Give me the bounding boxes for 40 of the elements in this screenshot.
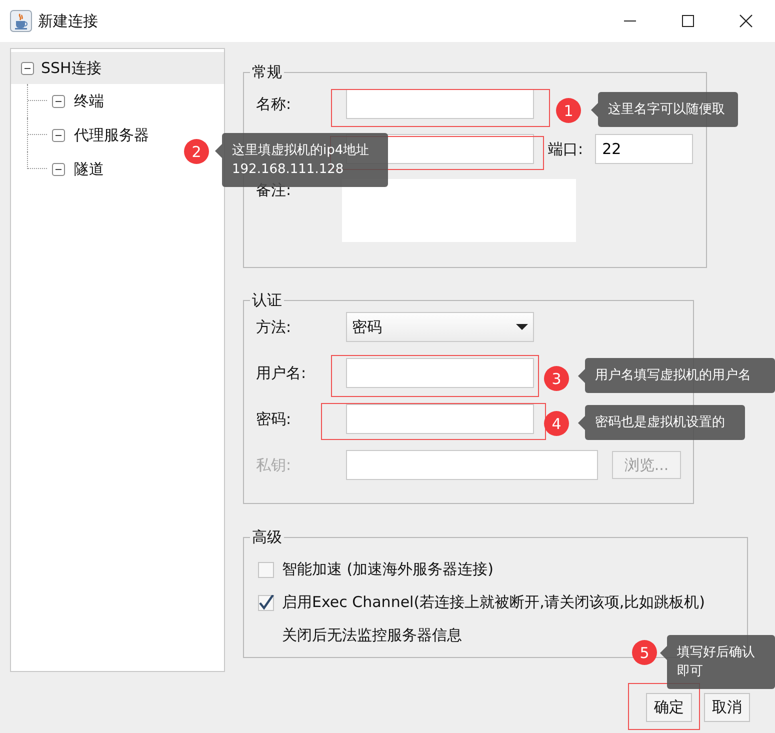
annotation-tooltip: 这里名字可以随便取 (591, 92, 738, 127)
step-badge: 4 (544, 411, 569, 436)
option-label[interactable]: 启用Exec Channel(若连接上就被断开,请关闭该项,比如跳板机) (282, 593, 705, 612)
dialog-button[interactable]: 取消 (704, 693, 750, 722)
field-label: 端口: (548, 140, 584, 158)
dialog-button[interactable]: 确定 (646, 693, 692, 722)
step-badge: 3 (544, 366, 569, 391)
option-note: 关闭后无法监控服务器信息 (282, 626, 462, 645)
close-icon (739, 14, 753, 28)
group-title: 高级 (252, 528, 282, 546)
minimize-icon (624, 20, 636, 22)
text-field[interactable] (346, 404, 534, 434)
field-label: 方法: (256, 318, 292, 336)
method-dropdown[interactable]: 密码 (346, 312, 534, 342)
field-label: 用户名: (256, 364, 308, 382)
tree-item[interactable]: SSH连接 (11, 52, 224, 84)
field-label: 私钥: (256, 456, 292, 474)
app-icon (10, 10, 32, 32)
tree-item[interactable]: 隧道 (72, 158, 106, 180)
field-label: 名称: (256, 94, 292, 114)
collapse-icon (21, 62, 34, 74)
tree-item[interactable]: 代理服务器 (72, 124, 151, 146)
annotation-tooltip: 密码也是虚拟机设置的 (578, 405, 745, 440)
dropdown-icon (516, 324, 528, 330)
option-label[interactable]: 智能加速 (加速海外服务器连接) (282, 560, 494, 579)
maximize-icon (681, 14, 695, 28)
group-title: 常规 (252, 63, 282, 81)
step-badge: 1 (556, 98, 581, 123)
annotation-tooltip: 填写好后确认 即可 (660, 635, 775, 689)
annotation-tooltip: 这里填虚拟机的ip4地址 192.168.111.128 (215, 133, 388, 187)
group-title: 认证 (252, 291, 282, 309)
port-field[interactable]: 22 (595, 134, 694, 164)
step-badge: 5 (632, 640, 657, 665)
text-field[interactable] (346, 358, 534, 388)
tree-item[interactable]: 终端 (72, 90, 106, 112)
name-field[interactable] (346, 89, 534, 119)
note-field[interactable] (342, 179, 576, 242)
field-label: 密码: (256, 410, 292, 428)
window-title: 新建连接 (38, 12, 98, 30)
annotation-tooltip: 用户名填写虚拟机的用户名 (578, 358, 775, 393)
